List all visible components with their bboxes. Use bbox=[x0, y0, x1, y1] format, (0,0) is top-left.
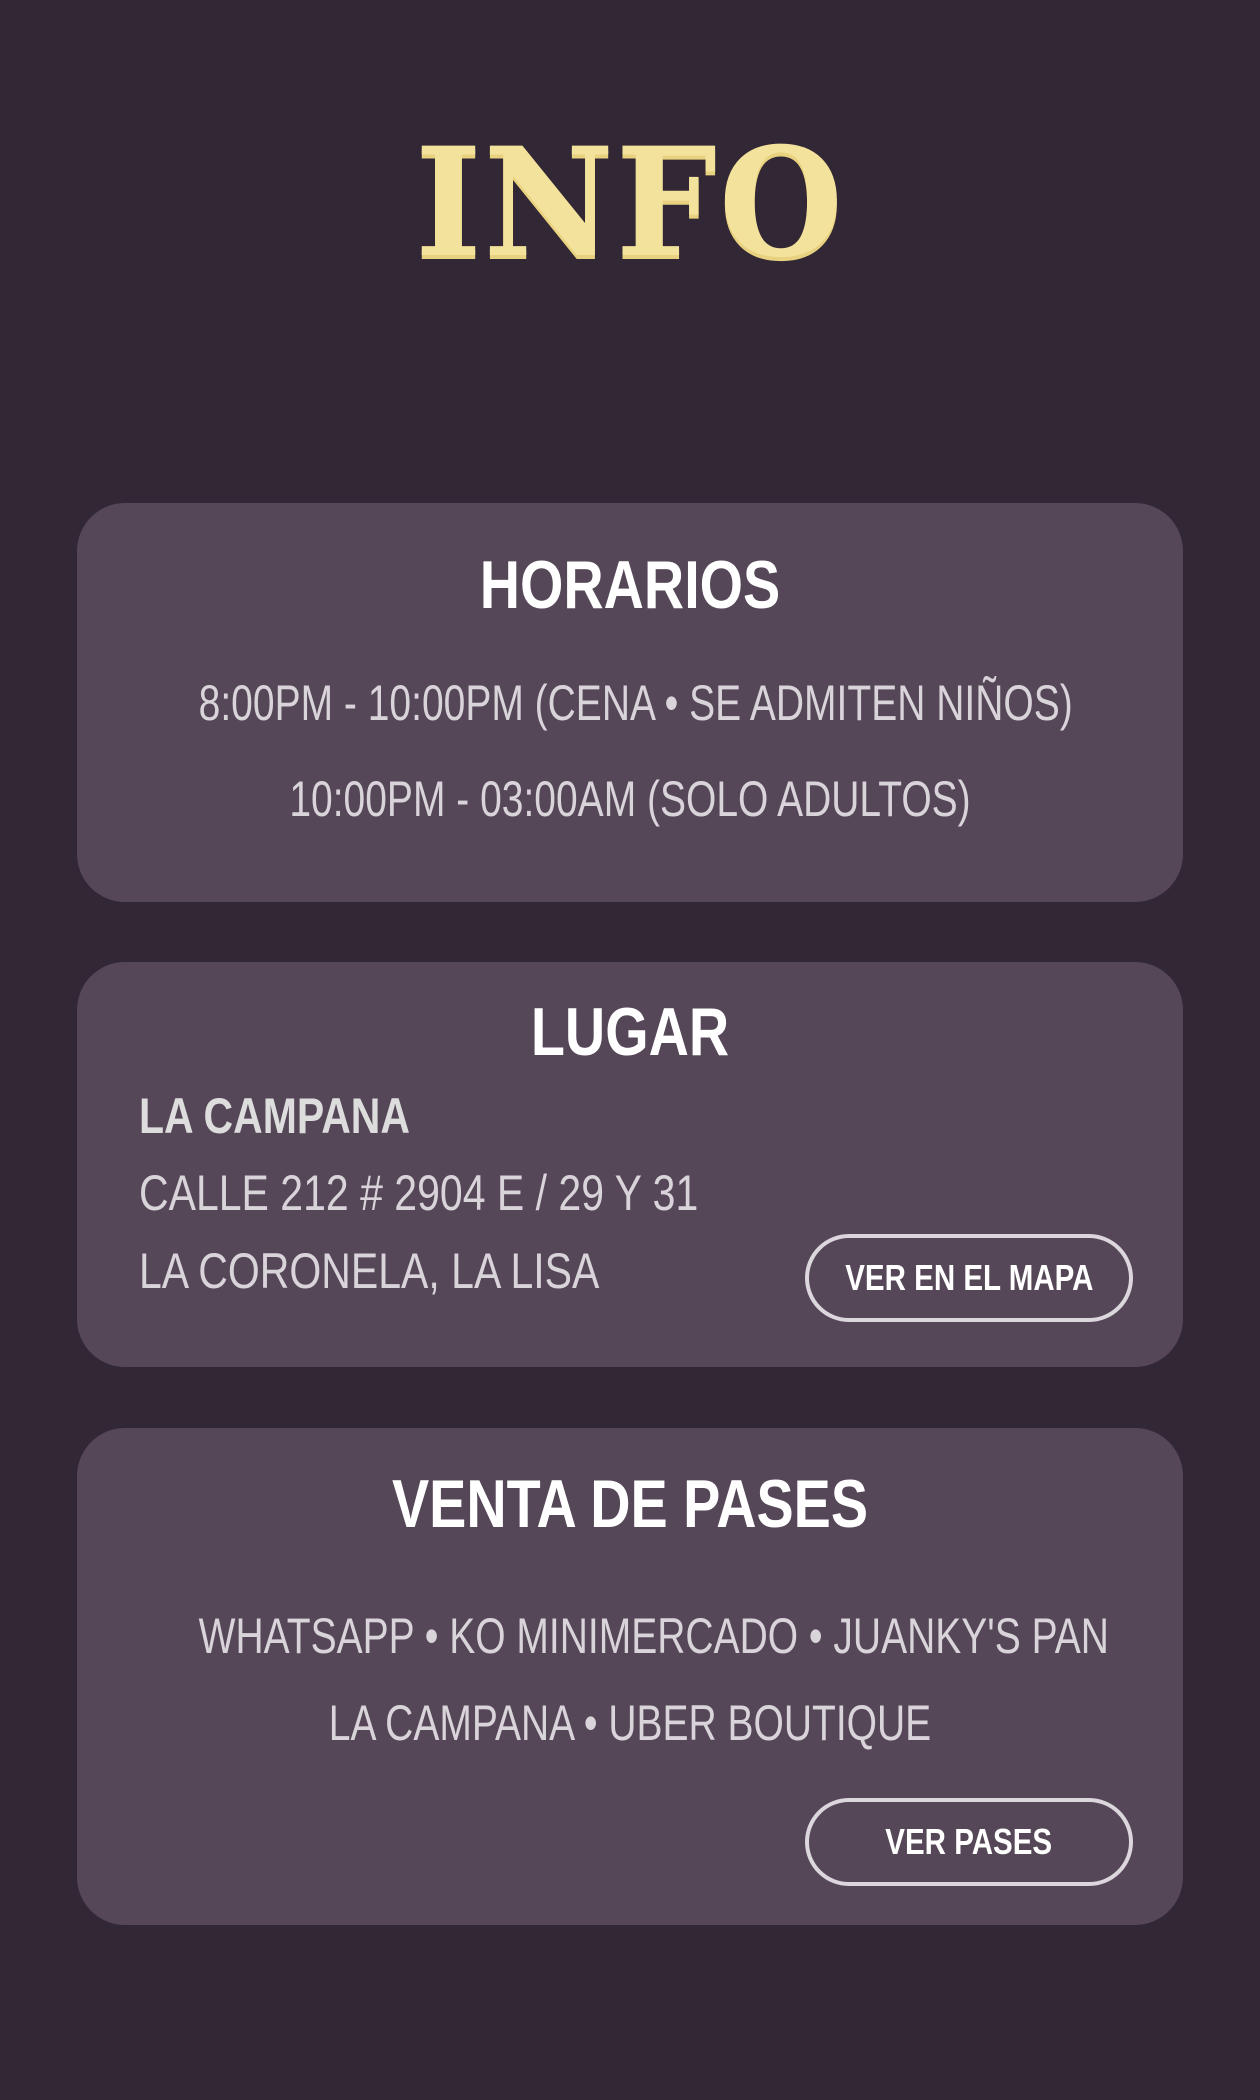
horario-adultos: 10:00PM - 03:00AM (SOLO ADULTOS) bbox=[289, 771, 971, 827]
view-passes-button[interactable]: VER PASES bbox=[805, 1798, 1133, 1886]
venta-pases-card: VENTA DE PASES WHATSAPP • KO MINIMERCADO… bbox=[77, 1428, 1183, 1925]
venue-name: LA CAMPANA bbox=[139, 1088, 411, 1144]
view-passes-label: VER PASES bbox=[885, 1821, 1053, 1862]
horarios-card: HORARIOS 8:00PM - 10:00PM (CENA • SE ADM… bbox=[77, 503, 1183, 902]
venta-pases-title: VENTA DE PASES bbox=[391, 1466, 869, 1542]
horarios-title: HORARIOS bbox=[479, 547, 781, 623]
sales-points-line-2: LA CAMPANA • UBER BOUTIQUE bbox=[328, 1695, 932, 1751]
sales-points-line-1: WHATSAPP • KO MINIMERCADO • JUANKY'S PAN bbox=[198, 1608, 1109, 1664]
lugar-title: LUGAR bbox=[530, 994, 730, 1070]
lugar-card: LUGAR LA CAMPANA CALLE 212 # 2904 E / 29… bbox=[77, 962, 1183, 1367]
view-map-button[interactable]: VER EN EL MAPA bbox=[805, 1234, 1133, 1322]
view-map-label: VER EN EL MAPA bbox=[844, 1257, 1094, 1298]
page-title: INFO bbox=[415, 115, 845, 291]
horario-cena: 8:00PM - 10:00PM (CENA • SE ADMITEN NIÑO… bbox=[198, 675, 1073, 731]
address-line-1: CALLE 212 # 2904 E / 29 Y 31 bbox=[139, 1165, 699, 1221]
address-line-2: LA CORONELA, LA LISA bbox=[139, 1243, 600, 1299]
